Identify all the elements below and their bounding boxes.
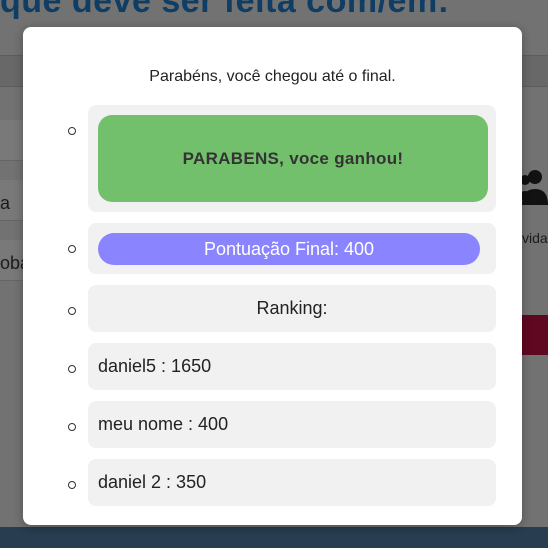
list-bullet (68, 365, 76, 373)
ranking-entry: meu nome : 400 (88, 401, 496, 448)
ranking-entry-text: daniel 2 : 350 (98, 472, 207, 492)
ranking-entry: daniel5 : 1650 (88, 343, 496, 390)
score-box: Pontuação Final: 400 (88, 223, 496, 274)
list-bullet (68, 245, 76, 253)
win-box: PARABENS, voce ganhou! (88, 105, 496, 212)
ranking-header-box: Ranking: (88, 285, 496, 332)
ranking-entry: daniel 2 : 350 (88, 459, 496, 506)
list-bullet (68, 127, 76, 135)
ranking-entry-text: daniel5 : 1650 (98, 356, 212, 376)
list-bullet (68, 307, 76, 315)
win-message: PARABENS, voce ganhou! (98, 115, 488, 202)
list-bullet (68, 423, 76, 431)
ranking-entry-text: meu nome : 400 (98, 414, 229, 434)
list-bullet (68, 481, 76, 489)
ranking-label: Ranking: (256, 298, 328, 318)
final-score: Pontuação Final: 400 (98, 233, 480, 265)
result-list: PARABENS, voce ganhou! Pontuação Final: … (23, 27, 522, 525)
result-modal: Parabéns, você chegou até o final. PARAB… (23, 27, 522, 525)
